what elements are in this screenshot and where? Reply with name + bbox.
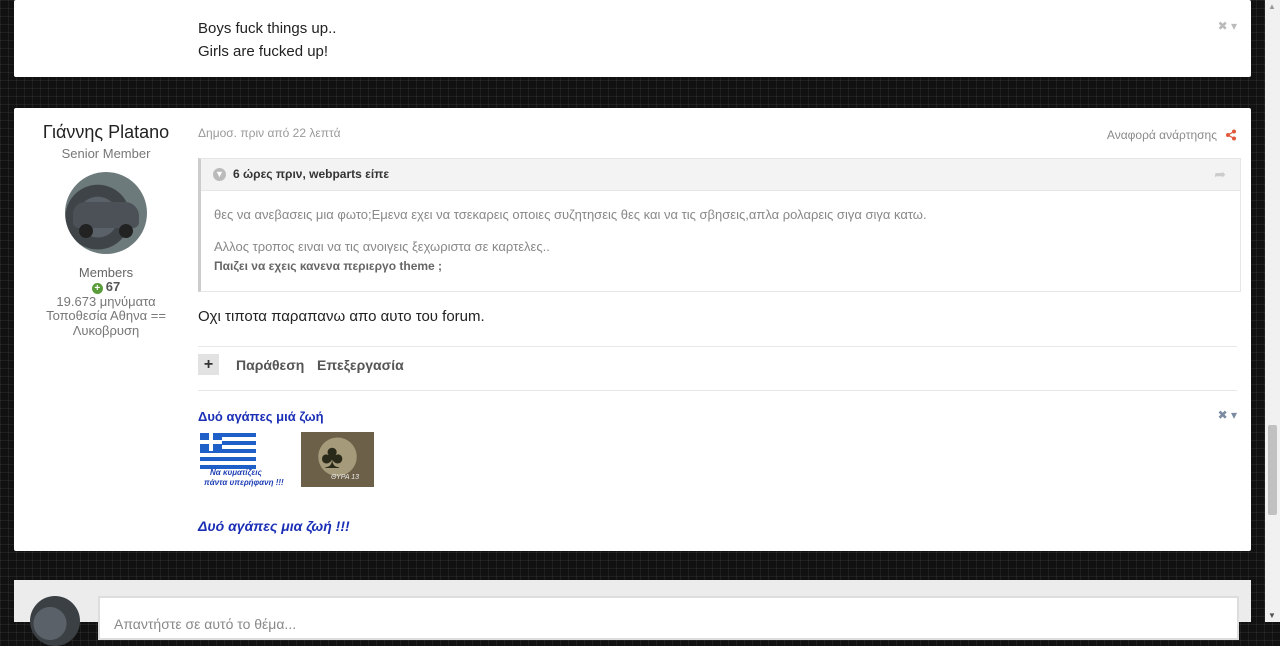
- clover-caption: ΘΥΡΑ 13: [331, 474, 360, 481]
- signature-title: Δυό αγάπες μιά ζωή: [198, 409, 324, 424]
- flag-caption: πάντα υπερήφανη !!!: [204, 478, 284, 487]
- post-date[interactable]: Δημοσ. πριν από 22 λεπτά: [198, 126, 341, 140]
- multiquote-button[interactable]: +: [198, 354, 219, 375]
- reputation-plus-icon: +: [91, 283, 103, 294]
- signature-controls-icon[interactable]: ✖ ▾: [1218, 408, 1237, 422]
- previous-post-line: Boys fuck things up..: [198, 20, 337, 37]
- divider: [198, 346, 1237, 347]
- quote-text: Παιζει να εχεις κανενα περιεργο theme ;: [214, 259, 443, 273]
- avatar-wheel: [79, 224, 93, 238]
- quote-text: θες να ανεβασεις μια φωτο;Εμενα εχει να …: [214, 207, 927, 222]
- author-reputation: +67: [14, 279, 198, 294]
- reputation-value: 67: [105, 279, 121, 294]
- author-name[interactable]: Γιάννης Platano: [14, 122, 198, 143]
- quote-button[interactable]: Παράθεση: [236, 357, 304, 373]
- scroll-up-icon[interactable]: ▲: [1268, 2, 1276, 11]
- avatar-wheel: [119, 224, 133, 238]
- scrollbar[interactable]: ▲ ▼: [1265, 0, 1280, 622]
- quote-toggle-icon[interactable]: ▼: [213, 168, 226, 181]
- share-icon[interactable]: [1225, 129, 1237, 144]
- scrollbar-thumb[interactable]: [1268, 425, 1277, 515]
- signature-flag-image: Να κυματίζεις πάντα υπερήφανη !!!: [198, 431, 296, 488]
- reply-avatar: [30, 596, 80, 646]
- signature-footer: Δυό αγάπες μια ζωή !!!: [198, 518, 350, 534]
- scroll-down-icon[interactable]: ▼: [1268, 611, 1276, 620]
- quote-block: ▼ 6 ώρες πριν, webparts είπε ➦ θες να αν…: [198, 158, 1241, 292]
- quote-header: ▼ 6 ώρες πριν, webparts είπε ➦: [201, 159, 1240, 191]
- quote-share-icon[interactable]: ➦: [1214, 166, 1226, 183]
- author-group: Members: [78, 265, 134, 280]
- previous-post-line: Girls are fucked up!: [198, 43, 329, 60]
- previous-post-card: Boys fuck things up.. Girls are fucked u…: [14, 0, 1251, 77]
- greek-flag-icon: [200, 433, 256, 469]
- post-card: Γιάννης Platano Senior Member Members +6…: [14, 108, 1251, 551]
- author-post-count: 19.673 μηνύματα: [56, 294, 156, 309]
- reply-placeholder: Απαντήστε σε αυτό το θέμα...: [114, 616, 297, 632]
- share-icon-graphic: [1226, 129, 1236, 141]
- flag-caption: Να κυματίζεις: [210, 468, 262, 477]
- post-controls-icon[interactable]: ✖ ▾: [1218, 19, 1237, 33]
- quote-text: Αλλος τροπος ειναι να τις ανοιγεις ξεχωρ…: [214, 239, 550, 254]
- avatar[interactable]: [65, 172, 147, 254]
- post-body: Οχι τιποτα παραπανω απο αυτο του forum.: [198, 308, 485, 325]
- signature-clover-image: ♣ ΘΥΡΑ 13: [301, 432, 374, 487]
- quote-citation[interactable]: 6 ώρες πριν, webparts είπε: [233, 167, 389, 181]
- report-post-link[interactable]: Αναφορά ανάρτησης: [1107, 128, 1217, 142]
- author-location: Τοποθεσία Αθηνα == Λυκοβρυση: [46, 308, 166, 338]
- clover-icon: ♣: [321, 438, 344, 476]
- reply-area: Απαντήστε σε αυτό το θέμα...: [14, 580, 1251, 646]
- author-title: Senior Member: [61, 146, 151, 161]
- divider: [198, 390, 1237, 391]
- reply-editor[interactable]: Απαντήστε σε αυτό το θέμα...: [98, 596, 1239, 640]
- edit-button[interactable]: Επεξεργασία: [317, 357, 404, 373]
